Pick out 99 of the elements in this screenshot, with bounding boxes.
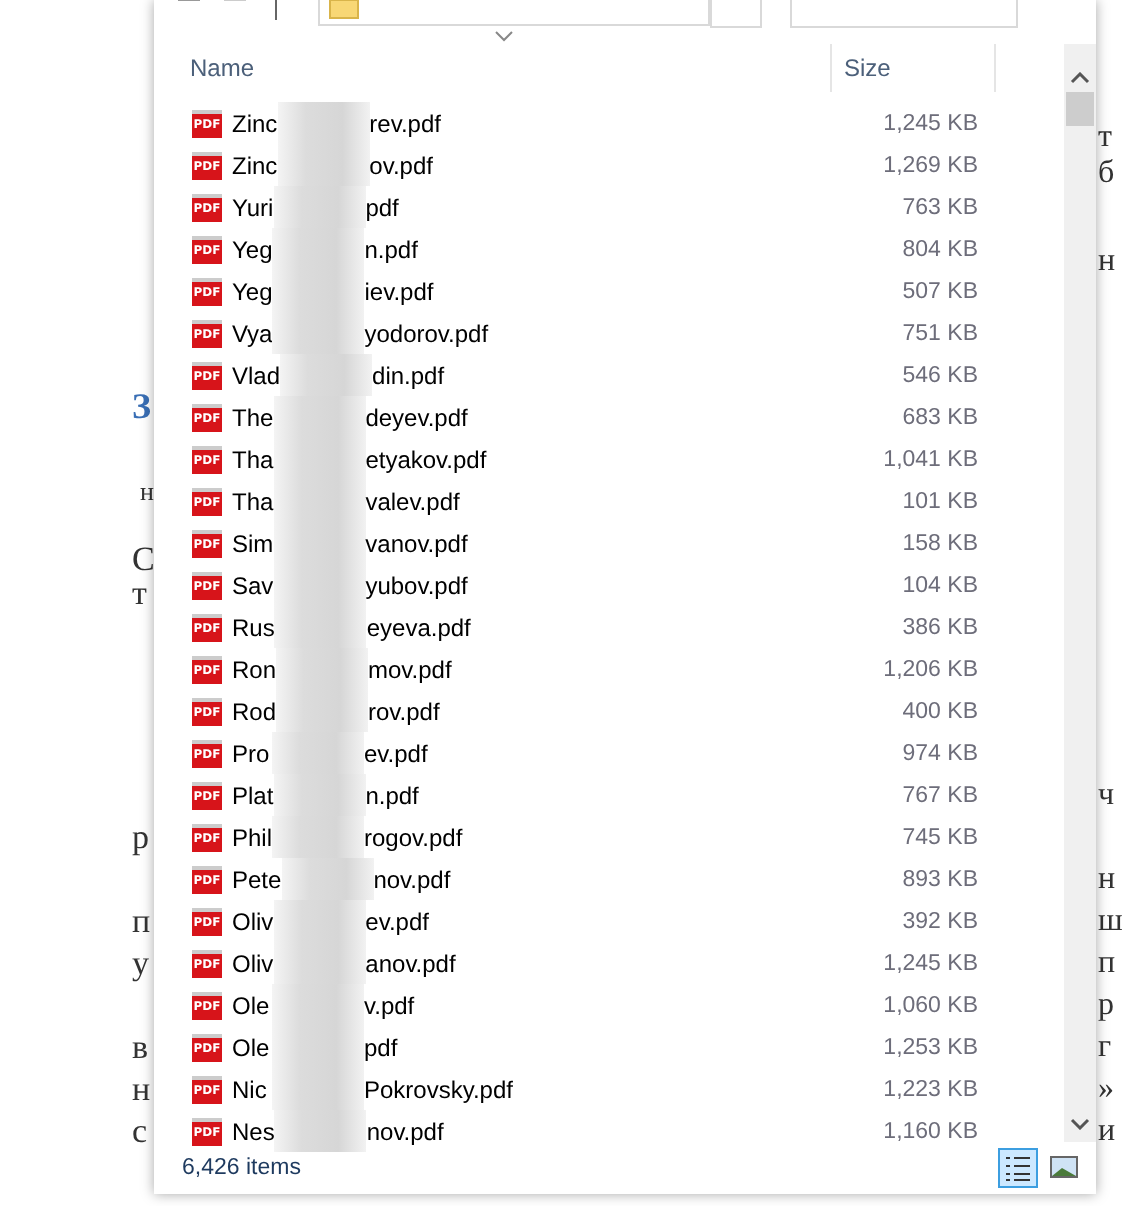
page-text-fragment: т (132, 574, 147, 614)
page-text-fragment: н (1098, 242, 1116, 282)
file-name-start[interactable]: Ole (232, 1033, 272, 1061)
file-name-end[interactable]: mov.pdf (368, 655, 452, 683)
file-name-end[interactable]: din.pdf (372, 361, 445, 389)
file-size: 1,041 KB (881, 447, 978, 471)
page-text-fragment: С (132, 540, 155, 580)
file-size: 1,223 KB (881, 1077, 978, 1101)
file-name-end[interactable]: ov.pdf (369, 151, 433, 179)
file-name-start[interactable]: Tha (232, 487, 274, 515)
file-name-end[interactable]: Pokrovsky.pdf (364, 1075, 513, 1103)
file-size: 751 KB (900, 321, 978, 345)
page-text-fragment: н (1098, 860, 1116, 900)
file-size: 1,253 KB (881, 1035, 978, 1059)
page-text-fragment: н (140, 474, 154, 510)
file-name-end[interactable]: nov.pdf (373, 865, 451, 893)
file-size: 101 KB (900, 489, 978, 513)
file-name-start[interactable]: Phil (232, 823, 273, 851)
file-size: 745 KB (900, 825, 978, 849)
file-name-start[interactable]: Rus (232, 613, 275, 641)
file-name-start[interactable]: Sav (232, 571, 274, 599)
file-name-start[interactable]: The (232, 403, 274, 431)
file-name-start[interactable]: Zinc (232, 109, 278, 137)
file-name-end[interactable]: v.pdf (364, 991, 415, 1019)
file-size: 158 KB (900, 531, 978, 555)
file-name-end[interactable]: pdf (364, 1033, 398, 1061)
page-text-fragment: ш (1098, 902, 1122, 942)
file-name-start[interactable]: Nic (232, 1075, 272, 1103)
file-name-start[interactable]: Vya (232, 319, 273, 347)
page-text-fragment: и (1098, 1112, 1116, 1152)
file-name-start[interactable]: Nes (232, 1117, 275, 1145)
file-name-start[interactable]: Ron (232, 655, 277, 683)
file-size: 763 KB (900, 195, 978, 219)
page-text-fragment: р (1098, 986, 1114, 1026)
file-name-start[interactable]: Zinc (232, 151, 278, 179)
file-name-start[interactable]: Vlad (232, 361, 281, 389)
file-name-end[interactable]: yodorov.pdf (364, 319, 489, 347)
file-name-end[interactable]: anov.pdf (365, 949, 456, 977)
page-text-fragment: г (1098, 1028, 1112, 1068)
file-size: 1,269 KB (881, 153, 978, 177)
column-header[interactable]: Size (832, 44, 996, 92)
page-text-fragment: у (132, 944, 149, 984)
file-name-end[interactable]: etyakov.pdf (365, 445, 487, 473)
file-name-end[interactable]: nov.pdf (366, 1117, 444, 1145)
file-size: 767 KB (900, 783, 978, 807)
file-size: 507 KB (900, 279, 978, 303)
file-name-start[interactable]: Oliv (232, 949, 274, 977)
file-name-start[interactable]: Sim (232, 529, 274, 557)
file-name-end[interactable]: ev.pdf (365, 907, 429, 935)
file-name-end[interactable]: n.pdf (364, 235, 418, 263)
file-name-start[interactable]: Pro (232, 739, 272, 767)
file-size: 386 KB (900, 615, 978, 639)
file-size: 804 KB (900, 237, 978, 261)
page-text-fragment: З (132, 386, 152, 426)
file-name-start[interactable]: Pete (232, 865, 282, 893)
page-text-fragment: с (132, 1112, 148, 1152)
file-name-end[interactable]: eyeva.pdf (366, 613, 471, 641)
file-name-end[interactable]: ev.pdf (364, 739, 428, 767)
file-name-end[interactable]: pdf (365, 193, 399, 221)
file-size: 1,245 KB (881, 111, 978, 135)
item-count: 6,426 items (182, 1156, 301, 1180)
file-name-start[interactable]: Yuri (232, 193, 274, 221)
page-text-fragment: т (1098, 118, 1112, 158)
file-name-end[interactable]: iev.pdf (364, 277, 434, 305)
page-text-fragment: п (1098, 944, 1116, 984)
file-name-start[interactable]: Plat (232, 781, 274, 809)
file-size: 546 KB (900, 363, 978, 387)
file-name-start[interactable]: Rod (232, 697, 277, 725)
file-name-start[interactable]: Yeg (232, 235, 273, 263)
file-name-end[interactable]: vanov.pdf (365, 529, 468, 557)
file-name-start[interactable]: Yeg (232, 277, 273, 305)
file-name-end[interactable]: rev.pdf (369, 109, 441, 137)
file-name-end[interactable]: valev.pdf (365, 487, 460, 515)
file-name-end[interactable]: rov.pdf (368, 697, 440, 725)
file-size: 1,060 KB (881, 993, 978, 1017)
file-size: 974 KB (900, 741, 978, 765)
file-name-start[interactable]: Oliv (232, 907, 274, 935)
page-text-fragment: в (132, 1028, 149, 1068)
file-size: 392 KB (900, 909, 978, 933)
file-name-end[interactable]: n.pdf (365, 781, 419, 809)
page-text-fragment: н (132, 1070, 151, 1110)
file-size: 683 KB (900, 405, 978, 429)
file-size: 893 KB (900, 867, 978, 891)
column-header[interactable]: Name (154, 44, 832, 92)
file-size: 1,206 KB (881, 657, 978, 681)
file-size: 104 KB (900, 573, 978, 597)
file-name-end[interactable]: rogov.pdf (364, 823, 463, 851)
file-name-start[interactable]: Tha (232, 445, 274, 473)
file-size: 1,160 KB (881, 1119, 978, 1143)
page-text-fragment: ч (1098, 776, 1115, 816)
file-size: 1,245 KB (881, 951, 978, 975)
file-name-end[interactable]: deyev.pdf (365, 403, 468, 431)
file-name-end[interactable]: yubov.pdf (365, 571, 468, 599)
page-text-fragment: р (132, 818, 149, 858)
page-text-fragment: » (1098, 1070, 1114, 1110)
file-size: 400 KB (900, 699, 978, 723)
file-name-start[interactable]: Ole (232, 991, 272, 1019)
page-text-fragment: б (1098, 154, 1115, 194)
page-text-fragment: п (132, 902, 151, 942)
